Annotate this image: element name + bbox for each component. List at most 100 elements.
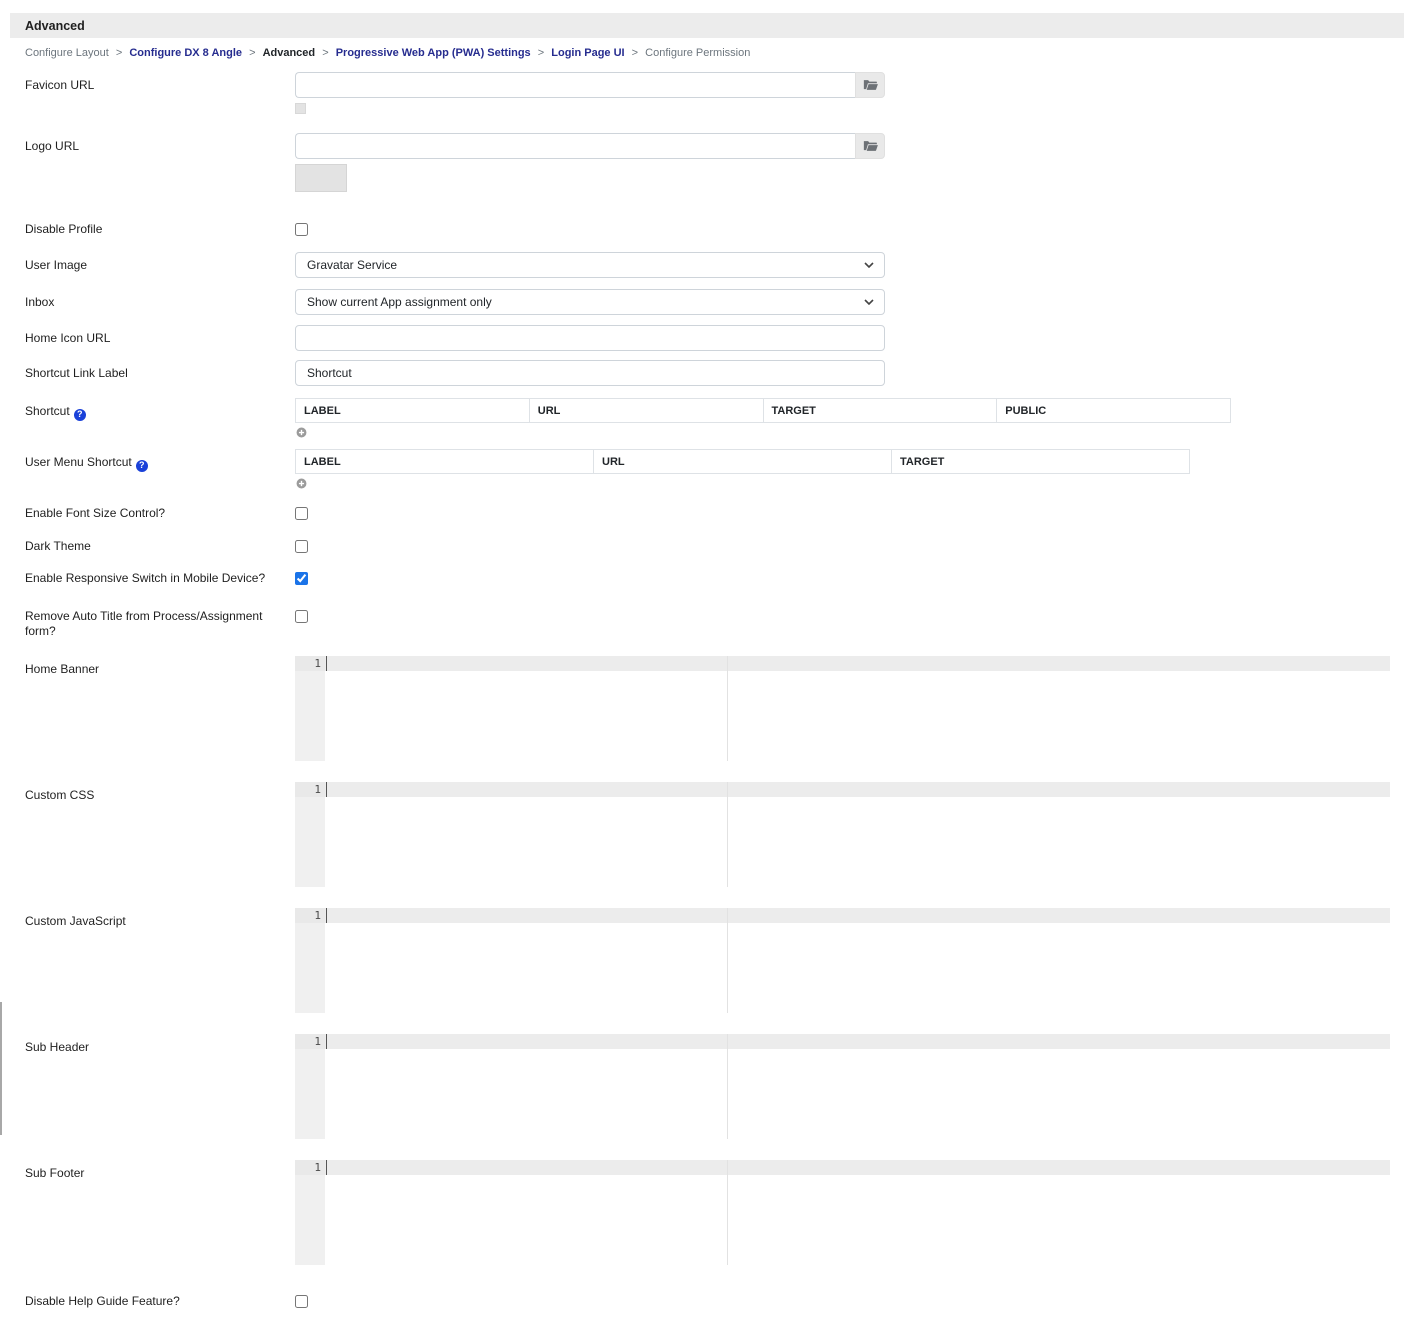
shortcut-table: LABEL URL TARGET PUBLIC bbox=[295, 398, 1231, 423]
home-icon-url-row: Home Icon URL bbox=[25, 325, 1404, 351]
logo-url-row: Logo URL bbox=[25, 133, 1404, 192]
home-banner-code-editor[interactable]: 1 bbox=[295, 656, 1390, 761]
breadcrumb-separator: > bbox=[115, 47, 123, 59]
editor-print-margin bbox=[727, 1160, 728, 1265]
editor-line-number: 1 bbox=[314, 657, 321, 670]
editor-caret bbox=[326, 908, 327, 923]
breadcrumb-configure-dx8-angle[interactable]: Configure DX 8 Angle bbox=[129, 47, 242, 59]
dark-theme-row: Dark Theme bbox=[25, 538, 1404, 556]
remove-auto-title-checkbox[interactable] bbox=[295, 610, 308, 623]
editor-gutter bbox=[295, 908, 325, 1013]
sub-header-label: Sub Header bbox=[25, 1040, 90, 1054]
custom-css-label: Custom CSS bbox=[25, 788, 95, 802]
shortcut-col-label: LABEL bbox=[295, 398, 530, 423]
disable-profile-row: Disable Profile bbox=[25, 221, 1404, 239]
breadcrumb-configure-layout: Configure Layout bbox=[25, 47, 109, 59]
enable-font-size-checkbox[interactable] bbox=[295, 507, 308, 520]
page-title: Advanced bbox=[25, 18, 85, 33]
chevron-down-icon bbox=[864, 262, 874, 269]
remove-auto-title-label: Remove Auto Title from Process/Assignmen… bbox=[25, 609, 263, 638]
section-header-advanced[interactable]: Advanced bbox=[10, 13, 1404, 38]
editor-caret bbox=[326, 782, 327, 797]
disable-help-guide-label: Disable Help Guide Feature? bbox=[25, 1294, 180, 1308]
editor-caret bbox=[326, 656, 327, 671]
custom-javascript-row: Custom JavaScript 1 bbox=[25, 908, 1404, 1013]
breadcrumb-pwa-settings[interactable]: Progressive Web App (PWA) Settings bbox=[336, 47, 531, 59]
user-menu-shortcut-row: User Menu Shortcut? LABEL URL TARGET bbox=[25, 449, 1404, 489]
editor-line-number: 1 bbox=[314, 783, 321, 796]
remove-auto-title-row: Remove Auto Title from Process/Assignmen… bbox=[25, 608, 1404, 639]
editor-print-margin bbox=[727, 656, 728, 761]
advanced-form: Favicon URL Logo URL Disable Profile Use… bbox=[10, 72, 1404, 1311]
sub-footer-code-editor[interactable]: 1 bbox=[295, 1160, 1390, 1265]
user-menu-col-label: LABEL bbox=[295, 449, 594, 474]
disable-profile-checkbox[interactable] bbox=[295, 223, 308, 236]
shortcut-col-public: PUBLIC bbox=[996, 398, 1231, 423]
enable-font-size-label: Enable Font Size Control? bbox=[25, 506, 166, 520]
user-image-select[interactable]: Gravatar Service bbox=[295, 252, 885, 278]
breadcrumb-separator: > bbox=[537, 47, 545, 59]
user-image-label: User Image bbox=[25, 258, 88, 272]
sub-footer-row: Sub Footer 1 bbox=[25, 1160, 1404, 1265]
inbox-label: Inbox bbox=[25, 295, 55, 309]
folder-open-icon bbox=[863, 79, 878, 91]
shortcut-link-label-row: Shortcut Link Label bbox=[25, 360, 1404, 386]
editor-active-line bbox=[325, 908, 1390, 923]
home-banner-row: Home Banner 1 bbox=[25, 656, 1404, 761]
responsive-switch-label: Enable Responsive Switch in Mobile Devic… bbox=[25, 571, 266, 585]
editor-active-line bbox=[325, 1160, 1390, 1175]
home-icon-url-input[interactable] bbox=[295, 325, 885, 351]
editor-line-number: 1 bbox=[314, 1161, 321, 1174]
user-menu-shortcut-label-wrap: User Menu Shortcut? bbox=[25, 449, 295, 472]
shortcut-help-icon[interactable]: ? bbox=[73, 408, 86, 421]
breadcrumb-login-page-ui[interactable]: Login Page UI bbox=[551, 47, 624, 59]
editor-print-margin bbox=[727, 1034, 728, 1139]
home-icon-url-label: Home Icon URL bbox=[25, 331, 111, 345]
breadcrumb-separator: > bbox=[631, 47, 639, 59]
user-menu-shortcut-help-icon[interactable]: ? bbox=[135, 459, 148, 472]
user-menu-shortcut-label: User Menu Shortcut bbox=[25, 455, 132, 469]
inbox-selected-value: Show current App assignment only bbox=[307, 295, 492, 309]
editor-gutter bbox=[295, 1160, 325, 1265]
user-menu-add-row-button[interactable] bbox=[296, 478, 307, 489]
user-menu-col-target: TARGET bbox=[891, 449, 1190, 474]
shortcut-link-label-input[interactable] bbox=[295, 360, 885, 386]
shortcut-link-label-label: Shortcut Link Label bbox=[25, 366, 128, 380]
editor-print-margin bbox=[727, 908, 728, 1013]
custom-javascript-label: Custom JavaScript bbox=[25, 914, 126, 928]
inbox-select[interactable]: Show current App assignment only bbox=[295, 289, 885, 315]
favicon-url-label: Favicon URL bbox=[25, 78, 95, 92]
breadcrumb: Configure Layout > Configure DX 8 Angle … bbox=[10, 38, 1404, 72]
favicon-url-input[interactable] bbox=[295, 72, 855, 98]
sub-footer-label: Sub Footer bbox=[25, 1166, 85, 1180]
editor-gutter bbox=[295, 1034, 325, 1139]
logo-preview-box bbox=[295, 164, 347, 192]
sub-header-code-editor[interactable]: 1 bbox=[295, 1034, 1390, 1139]
responsive-switch-checkbox[interactable] bbox=[295, 572, 308, 585]
disable-help-guide-row: Disable Help Guide Feature? bbox=[25, 1293, 1404, 1311]
logo-browse-button[interactable] bbox=[855, 133, 885, 159]
editor-gutter bbox=[295, 782, 325, 887]
custom-css-code-editor[interactable]: 1 bbox=[295, 782, 1390, 887]
logo-url-input[interactable] bbox=[295, 133, 855, 159]
editor-gutter bbox=[295, 656, 325, 761]
shortcut-col-url: URL bbox=[528, 398, 764, 423]
shortcut-add-row-button[interactable] bbox=[296, 427, 307, 438]
breadcrumb-separator: > bbox=[249, 47, 256, 59]
user-image-row: User Image Gravatar Service bbox=[25, 252, 1404, 278]
breadcrumb-advanced-current: Advanced bbox=[262, 47, 316, 59]
user-image-selected-value: Gravatar Service bbox=[307, 258, 398, 272]
disable-help-guide-checkbox[interactable] bbox=[295, 1295, 308, 1308]
editor-print-margin bbox=[727, 782, 728, 887]
favicon-browse-button[interactable] bbox=[855, 72, 885, 98]
breadcrumb-configure-permission: Configure Permission bbox=[645, 47, 751, 59]
viewport-edge-line bbox=[0, 1002, 2, 1135]
custom-javascript-code-editor[interactable]: 1 bbox=[295, 908, 1390, 1013]
enable-font-size-row: Enable Font Size Control? bbox=[25, 505, 1404, 523]
home-banner-label: Home Banner bbox=[25, 662, 100, 676]
editor-active-line bbox=[325, 656, 1390, 671]
disable-profile-label: Disable Profile bbox=[25, 222, 103, 236]
shortcut-label: Shortcut bbox=[25, 404, 70, 418]
plus-circle-icon bbox=[296, 426, 307, 441]
dark-theme-checkbox[interactable] bbox=[295, 540, 308, 553]
